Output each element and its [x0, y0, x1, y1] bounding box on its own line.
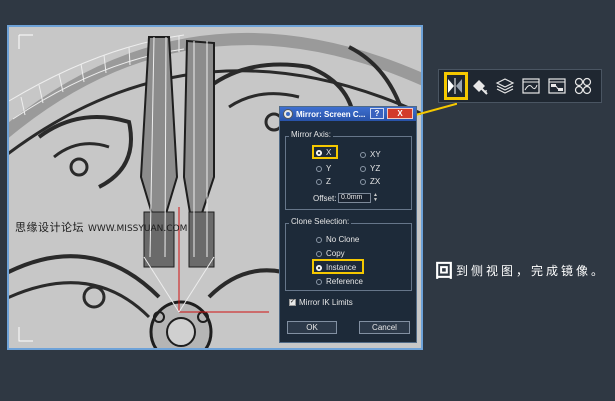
radio-button[interactable] — [360, 165, 366, 172]
mirror-ik-checkbox[interactable]: ✓ — [289, 299, 296, 306]
offset-input[interactable]: 0.0mm — [338, 193, 371, 203]
radio-button[interactable] — [360, 178, 366, 185]
instance-highlight — [312, 259, 364, 274]
radio-button[interactable] — [316, 165, 322, 172]
curve-editor-icon[interactable] — [521, 76, 541, 96]
close-button[interactable]: X — [387, 108, 413, 119]
radio-button[interactable] — [316, 250, 322, 257]
mirror-dialog: Mirror: Screen C... ? X Mirror Axis: X Y… — [279, 106, 417, 343]
axis-radio-xy[interactable]: XY — [360, 150, 381, 159]
instruction-text: 回到侧视图，完成镜像。 — [435, 261, 611, 282]
layers-icon[interactable] — [495, 76, 515, 96]
clone-radio-copy[interactable]: Copy — [316, 249, 345, 258]
schematic-view-icon[interactable] — [547, 76, 567, 96]
radio-button[interactable] — [360, 151, 366, 158]
app-icon — [283, 109, 293, 119]
clone-radio-no-clone[interactable]: No Clone — [316, 235, 359, 244]
dialog-title: Mirror: Screen C... — [296, 109, 366, 119]
radio-button[interactable] — [316, 236, 322, 243]
axis-radio-yz[interactable]: YZ — [360, 164, 380, 173]
material-editor-icon[interactable] — [573, 76, 593, 96]
ok-button[interactable]: OK — [287, 321, 337, 334]
dialog-titlebar[interactable]: Mirror: Screen C... ? X — [280, 107, 416, 121]
axis-x-highlight — [312, 145, 338, 159]
cancel-button[interactable]: Cancel — [359, 321, 410, 334]
instruction-body: 到侧视图，完成镜像。 — [456, 264, 607, 278]
instruction-lead-char: 回 — [435, 261, 456, 282]
help-button[interactable]: ? — [370, 108, 384, 119]
mirror-ik-label: Mirror IK Limits — [299, 298, 353, 307]
axis-radio-y[interactable]: Y — [316, 164, 331, 173]
mirror-tool-highlight — [444, 72, 468, 100]
axis-radio-zx[interactable]: ZX — [360, 177, 380, 186]
mirror-axis-label: Mirror Axis: — [289, 130, 333, 139]
radio-button[interactable] — [316, 178, 322, 185]
radio-button[interactable] — [316, 278, 322, 285]
offset-label: Offset: — [313, 194, 337, 203]
align-icon[interactable] — [469, 76, 489, 96]
clone-radio-reference[interactable]: Reference — [316, 277, 363, 286]
offset-spinner-icon[interactable]: ▲ ▼ — [373, 193, 379, 203]
clone-selection-label: Clone Selection: — [289, 217, 352, 226]
axis-radio-z[interactable]: Z — [316, 177, 331, 186]
